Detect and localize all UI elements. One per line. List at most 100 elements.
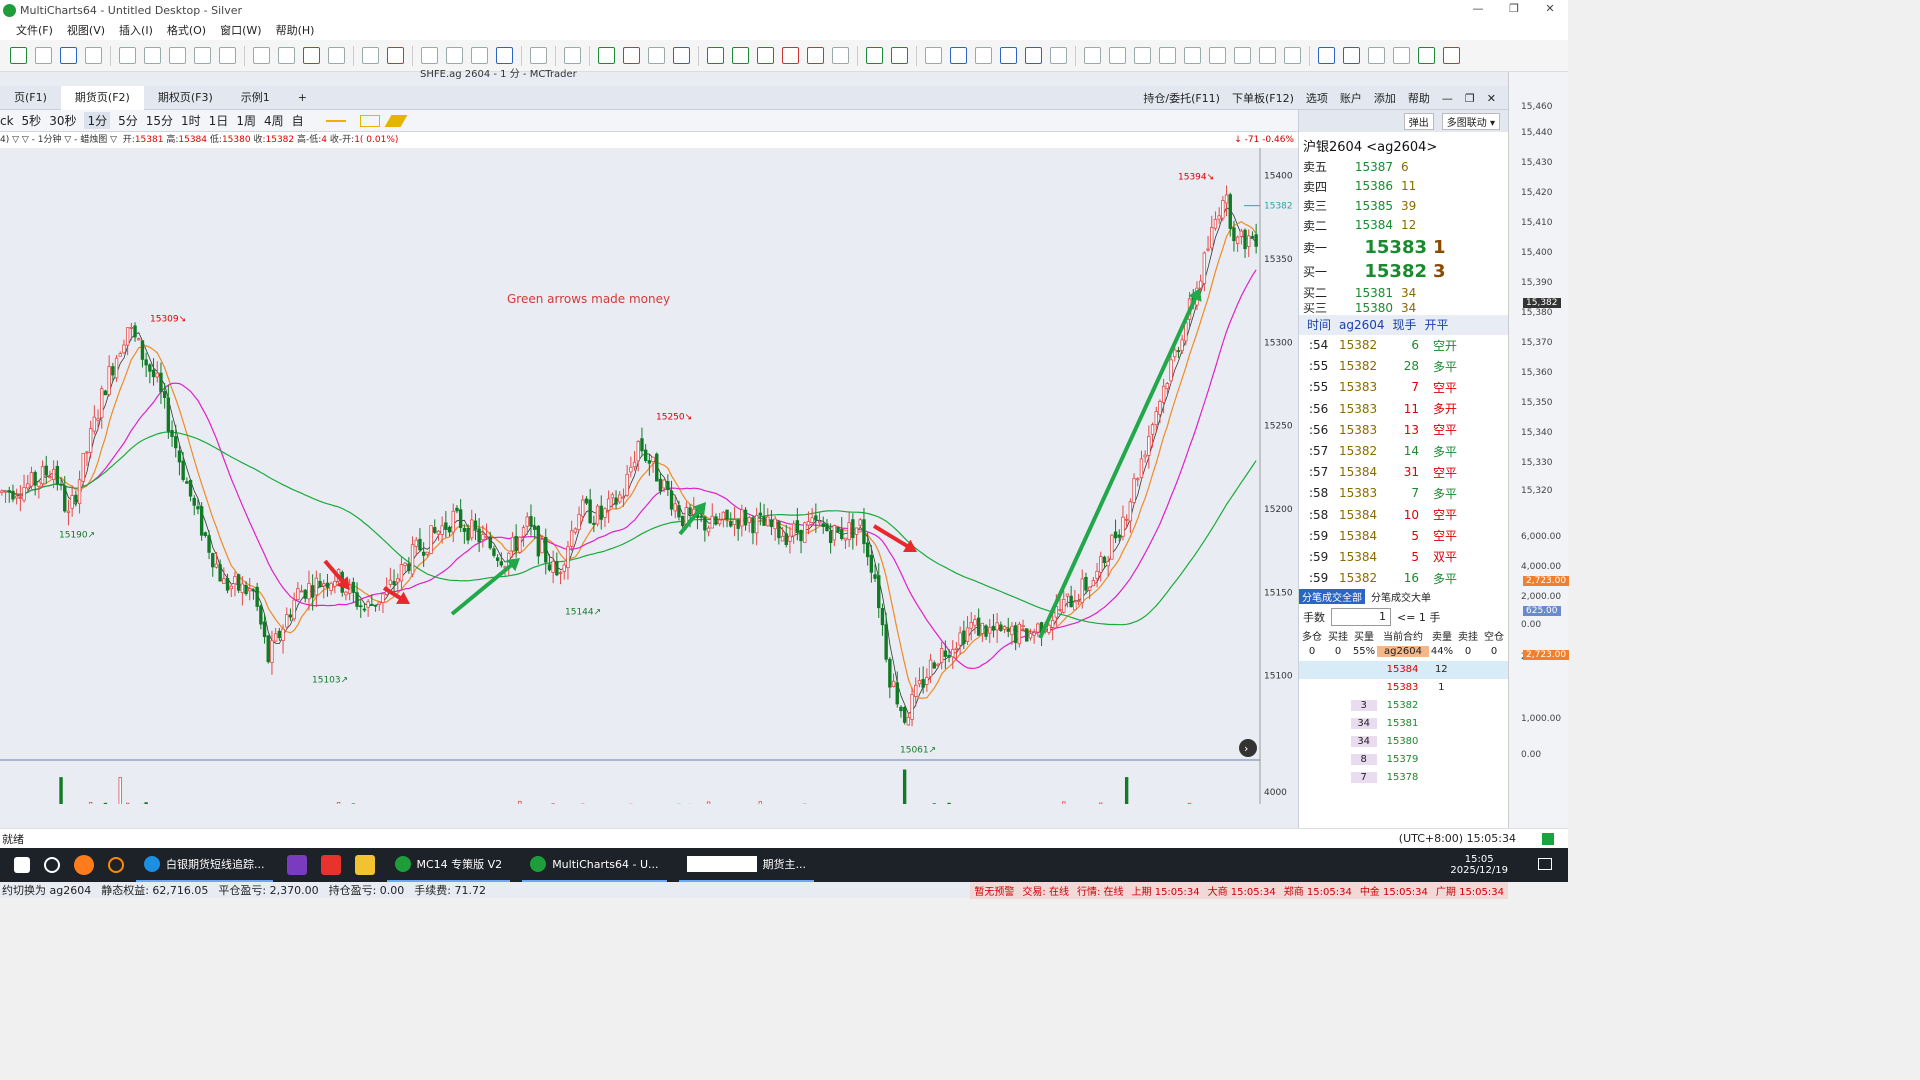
close-button[interactable]: ✕ xyxy=(1487,92,1496,105)
alert-icon[interactable] xyxy=(1184,47,1201,64)
chart-settings-label[interactable]: 4) ▽ ▽ - 1分钟 ▽ - 蜡烛图 ▽ xyxy=(0,132,117,148)
insert-drawing-icon[interactable] xyxy=(303,47,320,64)
menu-format[interactable]: 格式(O) xyxy=(167,22,206,38)
expand-icon[interactable] xyxy=(1343,47,1360,64)
tab-page-f1[interactable]: 页(F1) xyxy=(0,86,61,110)
period-5s[interactable]: 5秒 xyxy=(22,112,42,129)
popout-button[interactable]: 弹出 xyxy=(1403,112,1434,130)
trend-tool-icon[interactable] xyxy=(707,47,724,64)
period-5m[interactable]: 5分 xyxy=(118,112,138,129)
new-workspace-icon[interactable] xyxy=(10,47,27,64)
period-4w[interactable]: 4周 xyxy=(264,112,284,129)
taskbar-app-futures[interactable]: 期货主... xyxy=(678,848,815,882)
vertical-line-icon[interactable] xyxy=(1025,47,1042,64)
save-icon[interactable] xyxy=(60,47,77,64)
menu-view[interactable]: 视图(V) xyxy=(67,22,105,38)
strategy-off-icon[interactable] xyxy=(387,47,404,64)
menu-insert[interactable]: 插入(I) xyxy=(119,22,153,38)
order-panel-button[interactable]: 下单板(F12) xyxy=(1232,90,1294,106)
taskbar-app-browser[interactable]: 白银期货短线追踪... xyxy=(136,848,273,882)
candlestick-icon[interactable] xyxy=(623,47,640,64)
help-button[interactable]: 帮助 xyxy=(1408,90,1430,106)
windows-start-icon[interactable] xyxy=(14,857,30,873)
bid-level-3[interactable]: 买三 15380 34 xyxy=(1299,303,1508,313)
optimize-icon[interactable] xyxy=(1234,47,1251,64)
quantity-stepper[interactable]: 1 xyxy=(1331,607,1391,626)
menu-window[interactable]: 窗口(W) xyxy=(220,22,261,38)
new-dom-icon[interactable] xyxy=(169,47,186,64)
period-1h[interactable]: 1时 xyxy=(181,112,201,129)
minimize-button[interactable]: — xyxy=(1460,0,1496,18)
format-icon[interactable] xyxy=(328,47,345,64)
tab-large-trades[interactable]: 分笔成交大单 xyxy=(1371,589,1431,604)
ladder-row[interactable]: 3 15382 xyxy=(1299,697,1508,715)
hollow-candle-icon[interactable] xyxy=(648,47,665,64)
insert-signal-icon[interactable] xyxy=(278,47,295,64)
tab-futures[interactable]: 期货页(F2) xyxy=(60,85,144,110)
add-indicator-icon[interactable] xyxy=(421,47,438,64)
link-icon[interactable] xyxy=(471,47,488,64)
bars-icon[interactable] xyxy=(1159,47,1176,64)
open-folder-icon[interactable] xyxy=(35,47,52,64)
new-report-icon[interactable] xyxy=(219,47,236,64)
price-ladder[interactable]: 15384 12 15383 1 3 15382 34 15381 34 15380 8 15379 7… xyxy=(1299,660,1508,787)
buy-arrow-icon[interactable] xyxy=(1418,47,1435,64)
new-chart-icon[interactable] xyxy=(119,47,136,64)
ask-level-5[interactable]: 卖五 15387 6 xyxy=(1299,157,1508,177)
ask-level-2[interactable]: 卖二 15384 12 xyxy=(1299,216,1508,236)
bid-level-1[interactable]: 买一 15382 3 xyxy=(1299,259,1508,283)
analysis-icon[interactable] xyxy=(1284,47,1301,64)
ladder-row[interactable]: 15383 1 xyxy=(1299,679,1508,697)
onenote-icon[interactable] xyxy=(286,855,307,875)
footprint-icon[interactable] xyxy=(891,47,908,64)
zigzag-icon[interactable] xyxy=(732,47,749,64)
period-tick[interactable]: ck xyxy=(0,114,14,128)
export-icon[interactable] xyxy=(1259,47,1276,64)
notification-icon[interactable] xyxy=(1538,858,1552,870)
report-icon[interactable] xyxy=(1209,47,1226,64)
line-tool-icon[interactable] xyxy=(325,119,346,122)
maximize-button[interactable]: ❐ xyxy=(1465,92,1475,105)
ask-level-4[interactable]: 卖四 15386 11 xyxy=(1299,177,1508,197)
pointer-icon[interactable] xyxy=(925,47,942,64)
tab-options[interactable]: 期权页(F3) xyxy=(144,86,227,110)
close-button[interactable]: ✕ xyxy=(1532,0,1568,18)
firefox-icon[interactable] xyxy=(74,855,94,875)
tab-example[interactable]: 示例1 xyxy=(227,86,284,110)
period-custom[interactable]: 自 xyxy=(292,112,304,129)
price-chart[interactable]: 15309↘ 15190↗ 15103↗ 15250↘ 15144↗ 15061↗ 1539… xyxy=(0,148,1298,804)
ask-level-1[interactable]: 卖一 15383 1 xyxy=(1299,235,1508,259)
alert-status[interactable]: 暂无预警 xyxy=(974,883,1014,898)
line-chart-icon[interactable] xyxy=(673,47,690,64)
chart-settings-icon[interactable] xyxy=(564,47,581,64)
strategy-on-icon[interactable] xyxy=(362,47,379,64)
tab-all-trades[interactable]: 分笔成交全部 xyxy=(1299,589,1365,605)
tray-clock[interactable]: 15:05 2025/12/19 xyxy=(1450,848,1508,882)
menu-file[interactable]: 文件(F) xyxy=(16,22,53,38)
minimize-button[interactable]: — xyxy=(1442,92,1453,105)
sell-arrow-icon[interactable] xyxy=(1443,47,1460,64)
ladder-row[interactable]: 34 15380 xyxy=(1299,733,1508,751)
account-button[interactable]: 账户 xyxy=(1340,90,1362,106)
bid-level-2[interactable]: 买二 15381 34 xyxy=(1299,283,1508,303)
zoom-icon[interactable] xyxy=(1050,47,1067,64)
period-30s[interactable]: 30秒 xyxy=(49,112,76,129)
market-profile-icon[interactable] xyxy=(866,47,883,64)
settings-gear-icon[interactable] xyxy=(530,47,547,64)
search-icon[interactable] xyxy=(44,857,60,873)
ask-level-3[interactable]: 卖三 15385 39 xyxy=(1299,196,1508,216)
file-explorer-icon[interactable] xyxy=(354,855,375,875)
ladder-row[interactable]: 8 15379 xyxy=(1299,751,1508,769)
vertical-scale-icon[interactable] xyxy=(1393,47,1410,64)
kagi-icon[interactable] xyxy=(782,47,799,64)
horizontal-line-icon[interactable] xyxy=(1000,47,1017,64)
add-button[interactable]: 添加 xyxy=(1374,90,1396,106)
period-15m[interactable]: 15分 xyxy=(146,112,173,129)
new-scanner-icon[interactable] xyxy=(144,47,161,64)
close-workspace-icon[interactable] xyxy=(85,47,102,64)
options-button[interactable]: 选项 xyxy=(1306,90,1328,106)
bar-chart-icon[interactable] xyxy=(598,47,615,64)
ladder-row[interactable]: 7 15378 xyxy=(1299,769,1508,787)
menu-help[interactable]: 帮助(H) xyxy=(276,22,315,38)
add-tab-button[interactable]: + xyxy=(284,86,321,110)
